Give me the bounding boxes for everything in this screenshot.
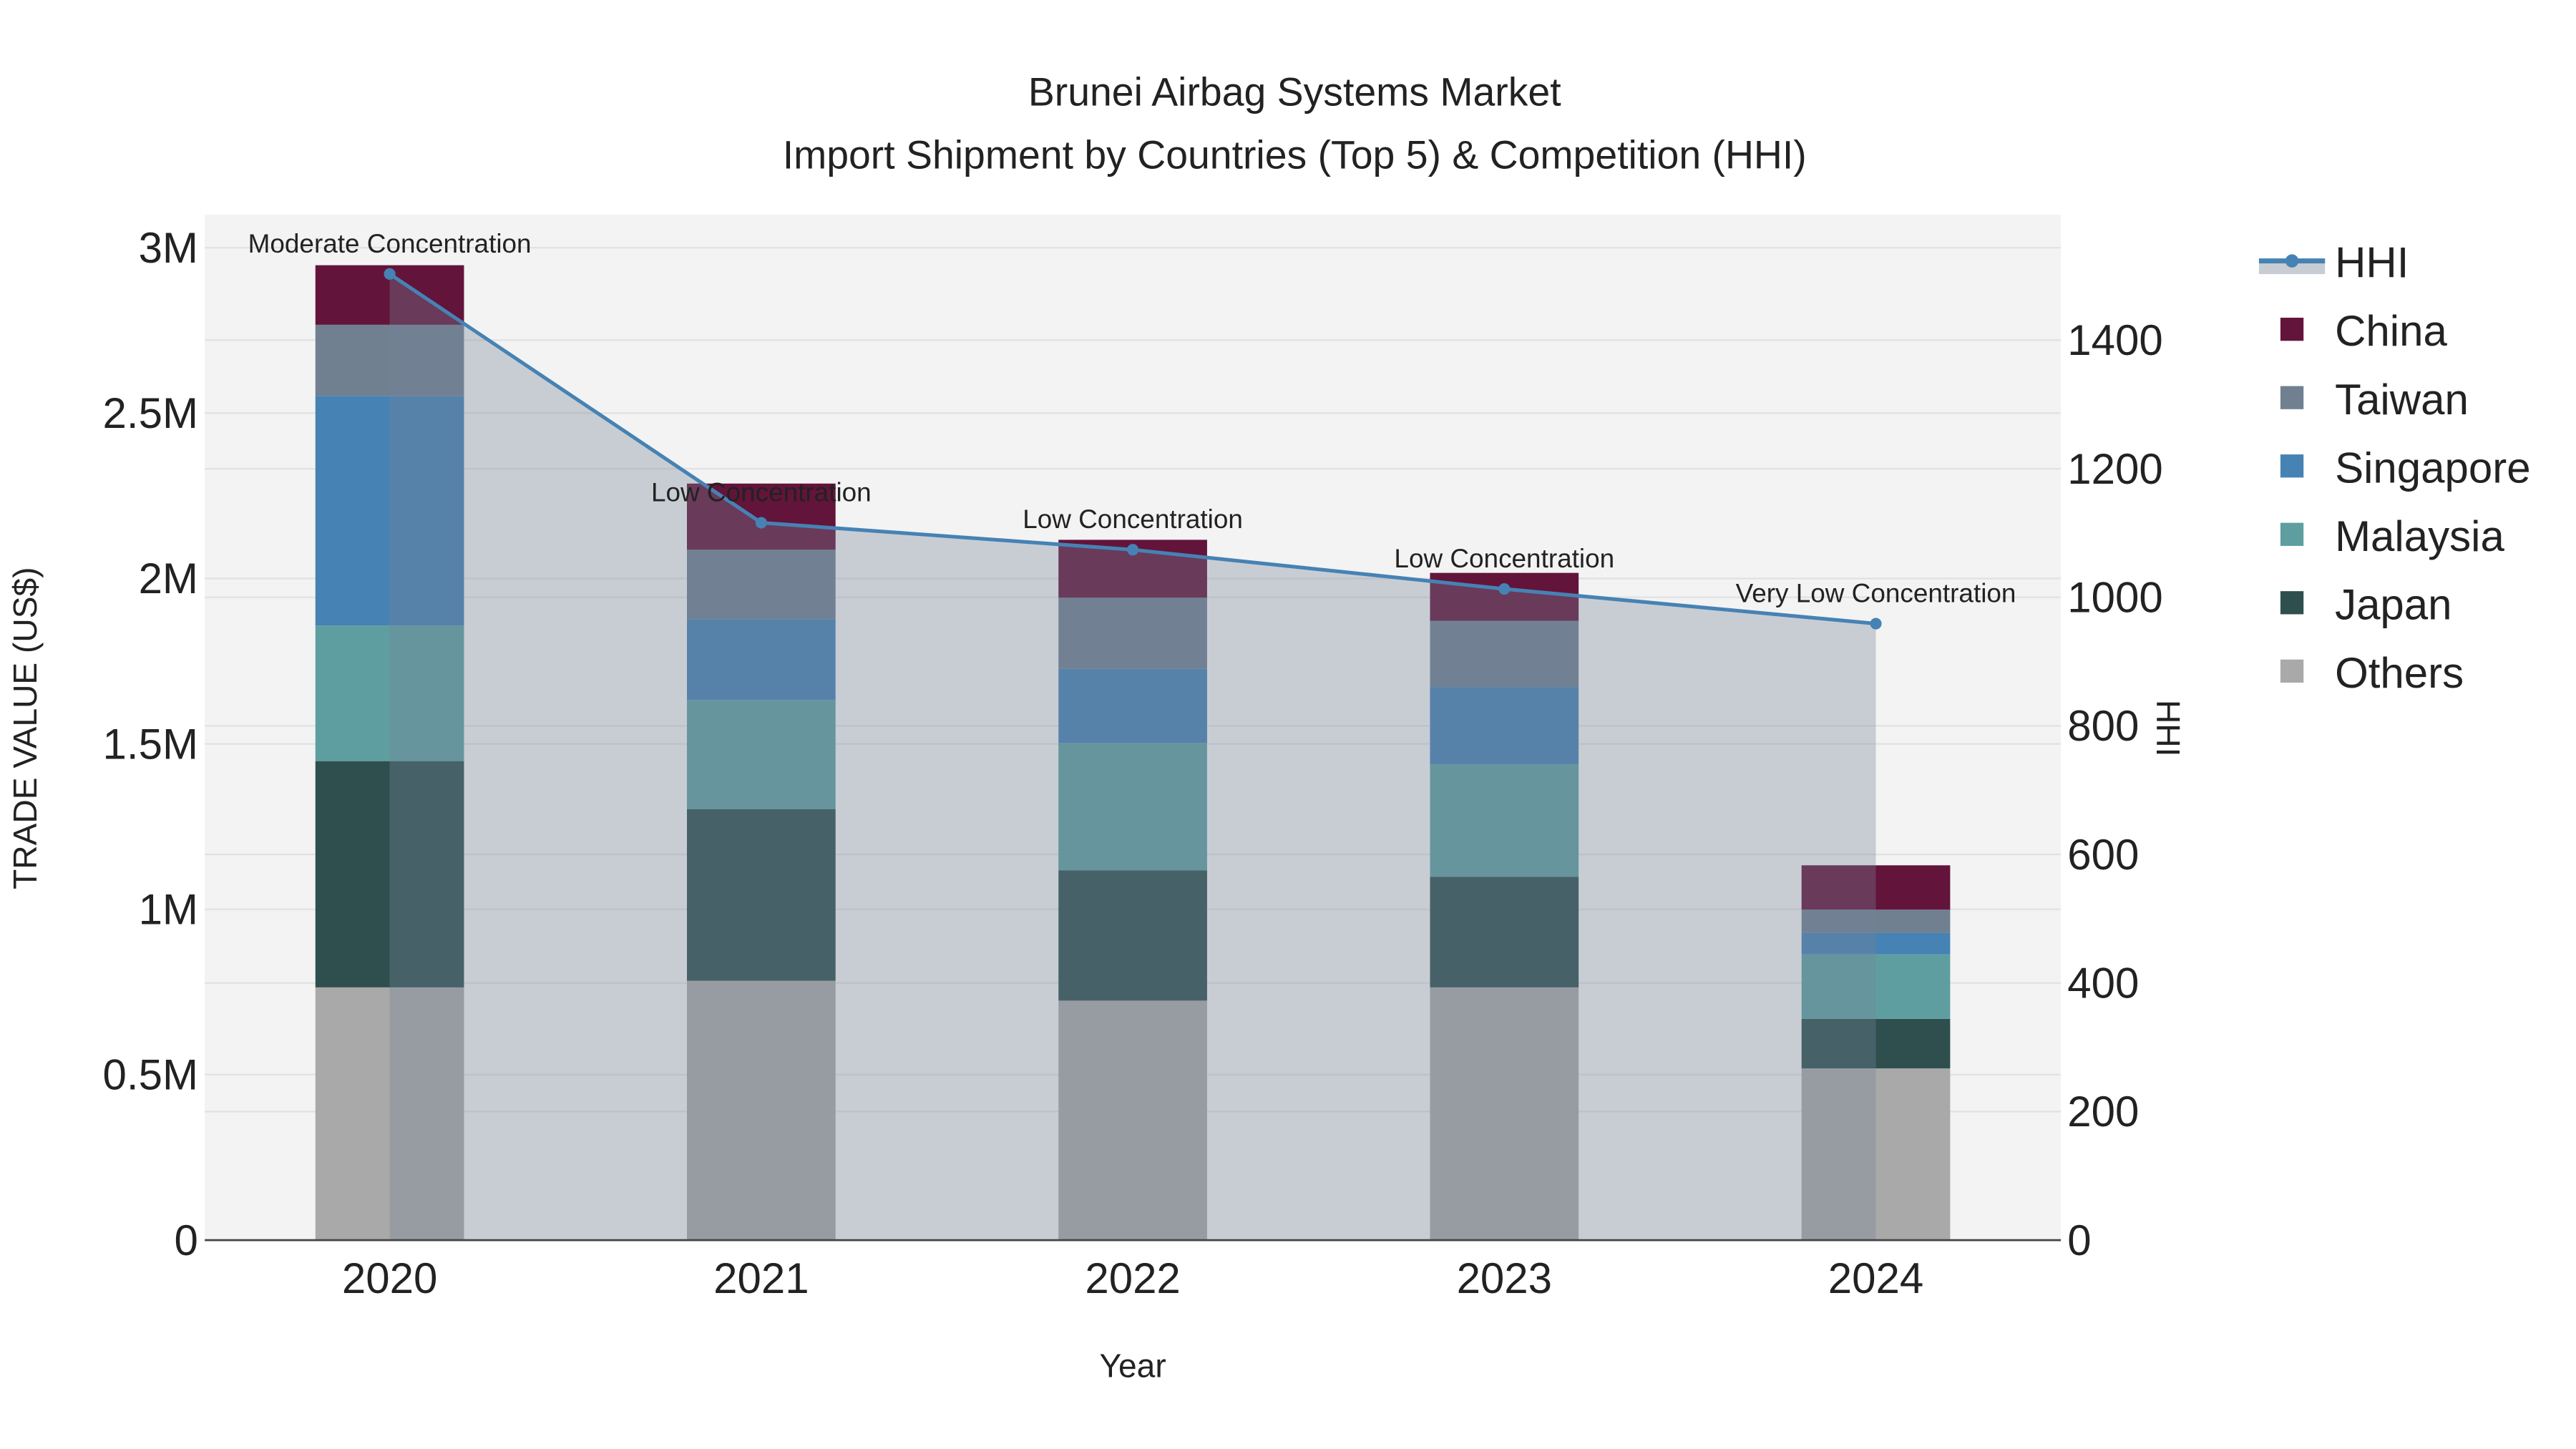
hhi-annotation: Low Concentration [1394,544,1614,573]
x-tick-label: 2021 [713,1254,809,1302]
legend-label-hhi: HHI [2335,239,2409,287]
y2-tick-label: 1000 [2067,573,2162,621]
hhi-annotation: Low Concentration [651,478,872,507]
chart: Brunei Airbag Systems Market Import Ship… [0,0,2576,1449]
hhi-point [384,268,396,280]
x-tick-label: 2023 [1457,1254,1552,1302]
legend-swatch-taiwan [2280,386,2304,409]
legend-swatch-singapore [2280,454,2304,478]
y-tick-label: 0 [175,1216,198,1264]
legend-hhi-marker [2285,254,2299,268]
legend-label-japan: Japan [2335,580,2451,628]
y-axis-label: TRADE VALUE (US$) [6,567,44,889]
legend-swatch-others [2280,659,2304,683]
legend-swatch-malaysia [2280,522,2304,546]
y-tick-label: 2.5M [103,389,198,437]
hhi-point [755,517,767,529]
y2-axis-label: HHI [2150,700,2187,756]
legend-label-china: China [2335,307,2447,355]
y2-tick-label: 1200 [2067,445,2162,493]
y-tick-label: 0.5M [103,1051,198,1099]
y2-tick-label: 800 [2067,702,2139,750]
x-tick-label: 2022 [1085,1254,1180,1302]
x-tick-label: 2020 [342,1254,437,1302]
hhi-annotation: Very Low Concentration [1736,579,2016,608]
x-axis-label: Year [1099,1347,1166,1385]
hhi-point [1127,544,1139,556]
legend-label-others: Others [2335,649,2464,697]
hhi-point [1870,618,1882,630]
chart-title: Brunei Airbag Systems Market [1028,70,1561,114]
y-tick-label: 3M [139,224,198,272]
y-tick-label: 2M [139,555,198,602]
x-tick-label: 2024 [1828,1254,1923,1302]
y2-tick-label: 400 [2067,960,2139,1008]
legend-label-malaysia: Malaysia [2335,512,2504,560]
hhi-point [1498,582,1511,595]
y2-tick-label: 200 [2067,1088,2139,1136]
chart-subtitle: Import Shipment by Countries (Top 5) & C… [783,132,1807,177]
hhi-annotation: Low Concentration [1023,504,1243,534]
legend-label-taiwan: Taiwan [2335,376,2469,424]
y2-tick-label: 1400 [2067,316,2162,364]
y2-tick-label: 600 [2067,831,2139,879]
legend-label-singapore: Singapore [2335,444,2531,492]
y-tick-label: 1M [139,886,198,934]
hhi-annotation: Moderate Concentration [248,229,532,258]
legend-swatch-japan [2280,591,2304,615]
y-tick-label: 1.5M [103,720,198,768]
y2-tick-label: 0 [2067,1216,2091,1264]
legend-swatch-china [2280,318,2304,341]
